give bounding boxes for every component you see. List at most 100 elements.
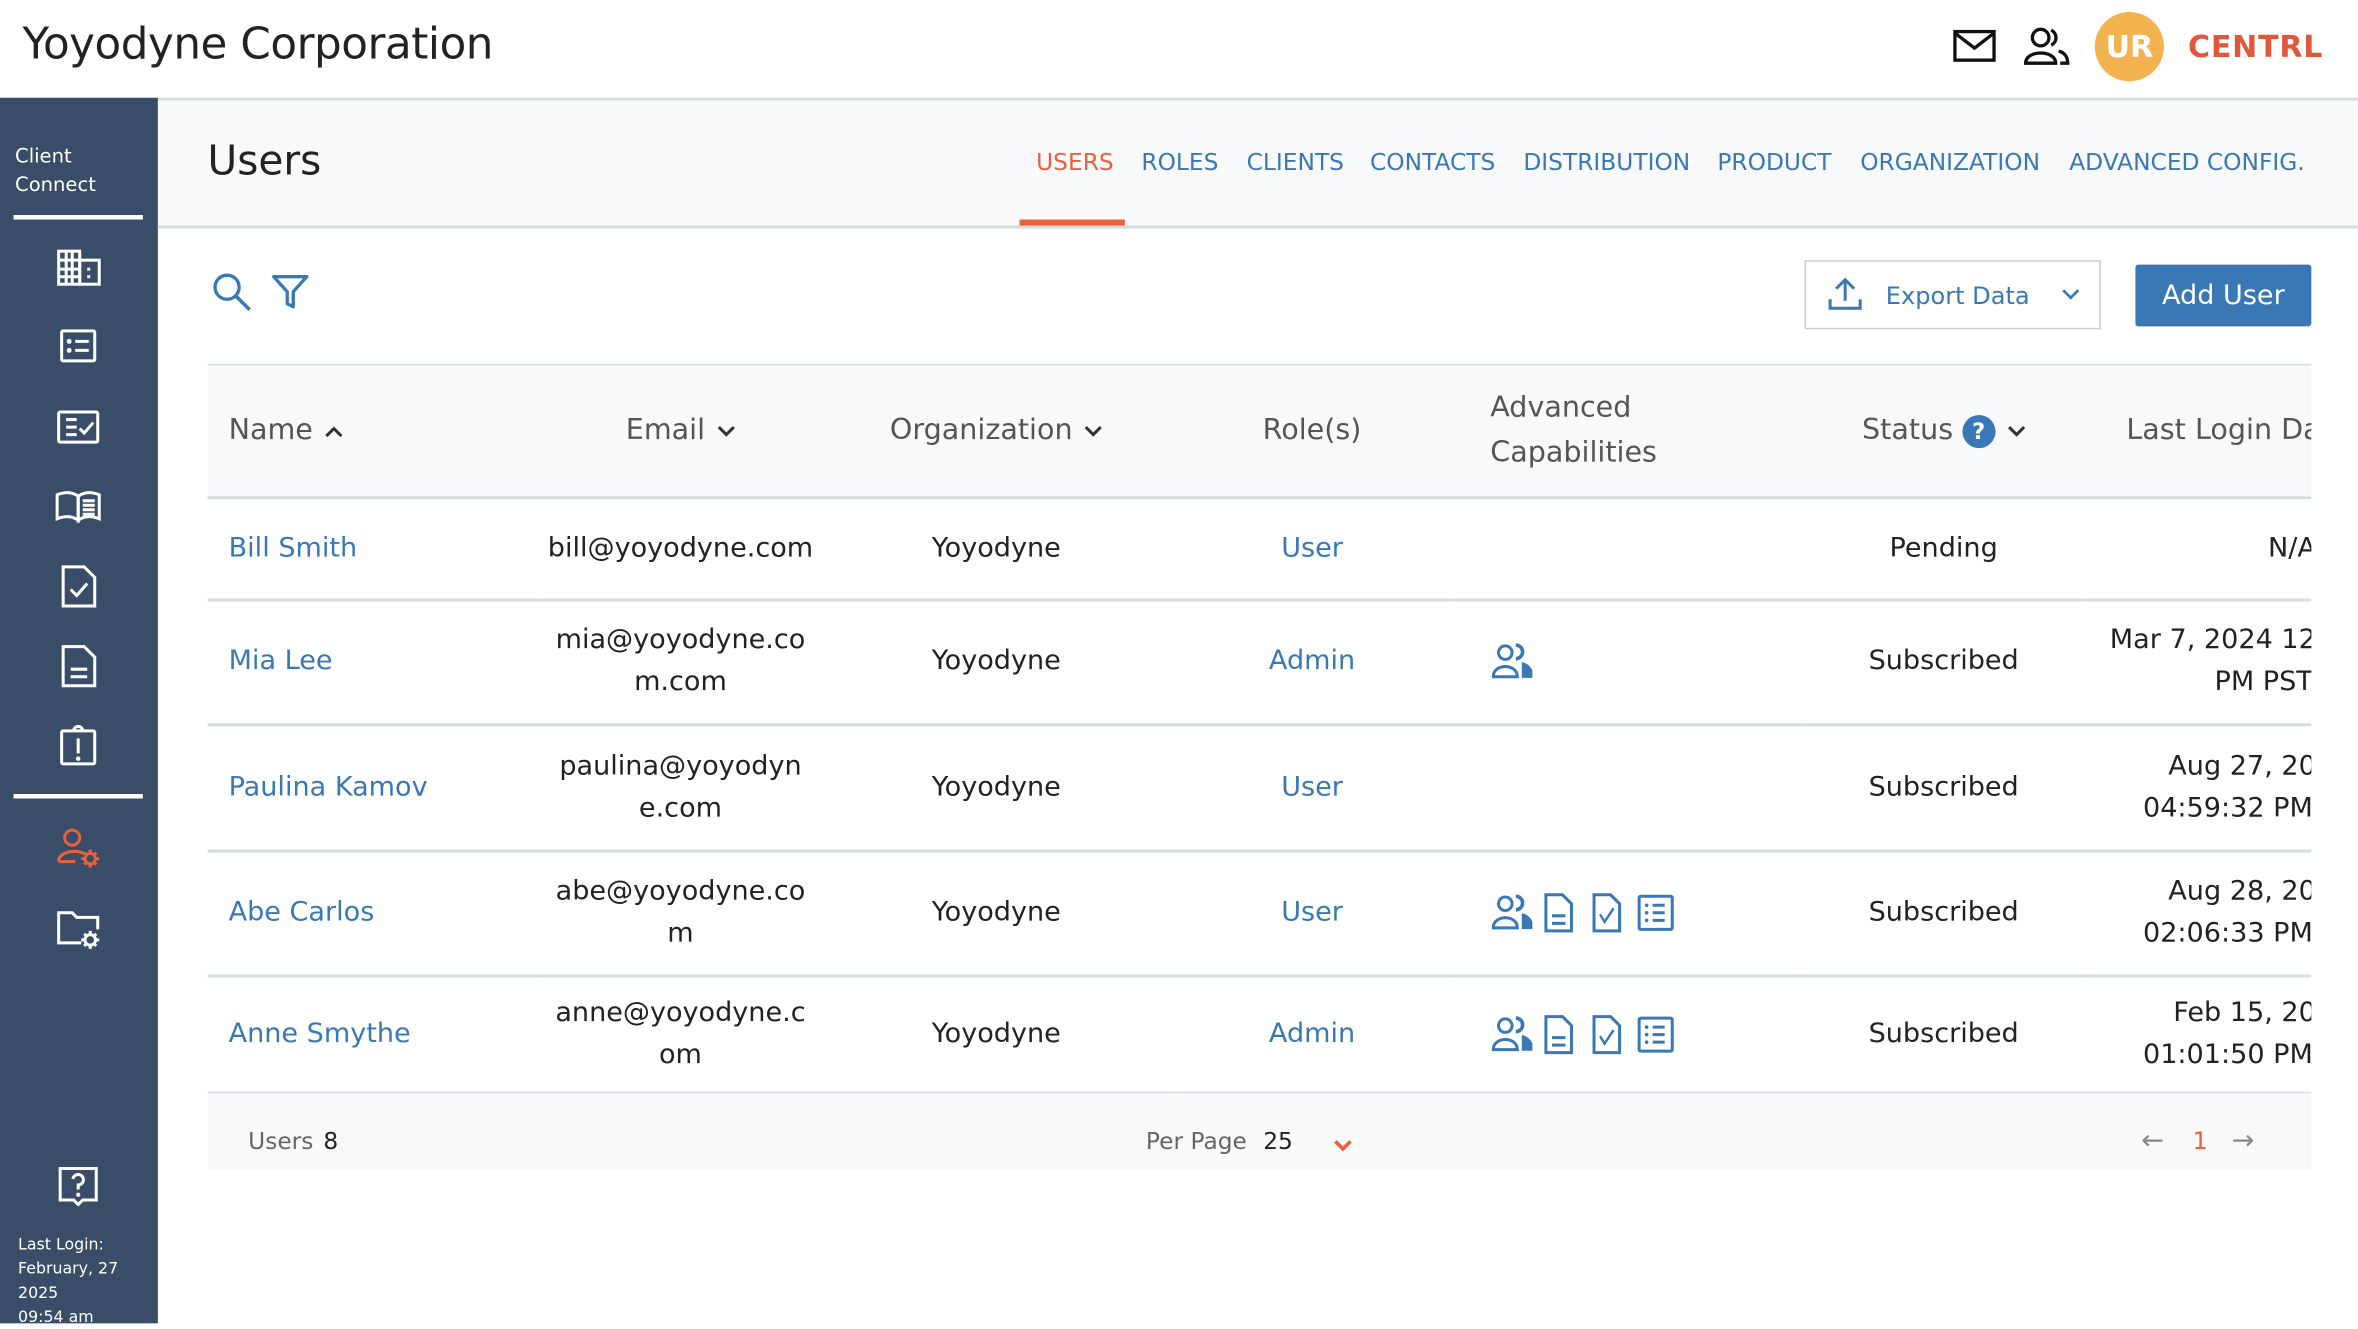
advanced-capabilities [1451, 599, 1804, 724]
user-email: paulina@yoyodyne.com [559, 749, 802, 824]
export-data-button[interactable]: Export Data [1804, 260, 2101, 330]
tab-contacts[interactable]: CONTACTS [1370, 149, 1495, 176]
column-last-login[interactable]: Last Login Da [2083, 365, 2311, 497]
user-email: abe@yoyodyne.com [555, 875, 806, 949]
user-role-link[interactable]: User [1281, 896, 1343, 928]
tab-users[interactable]: USERS [1036, 149, 1114, 176]
user-role-link[interactable]: User [1281, 532, 1343, 564]
document-check-icon [1592, 1014, 1622, 1054]
user-email: bill@yoyodyne.com [547, 531, 814, 564]
help-icon[interactable]: ? [1962, 414, 1996, 448]
table-header-row: Name Email Organization Role(s) Advanced… [207, 364, 2312, 498]
list-icon[interactable] [54, 323, 102, 371]
users-table: Name Email Organization Role(s) Advanced… [207, 364, 2312, 1170]
top-bar: Yoyodyne Corporation UR CENTRL [0, 0, 2358, 101]
tab-roles[interactable]: ROLES [1141, 149, 1218, 176]
document-check-icon [1592, 893, 1622, 933]
tab-organization[interactable]: ORGANIZATION [1860, 149, 2040, 176]
user-role-link[interactable]: Admin [1269, 1017, 1355, 1049]
user-organization: Yoyodyne [931, 645, 1061, 677]
search-icon[interactable] [211, 271, 253, 313]
tab-distribution[interactable]: DISTRIBUTION [1523, 149, 1690, 176]
last-login-date: Mar 7, 2024 12 [2109, 624, 2312, 656]
last-login-time: 02:06:33 PM [2142, 917, 2312, 949]
user-role-link[interactable]: User [1281, 771, 1343, 803]
advanced-capabilities [1451, 497, 1804, 599]
user-role-link[interactable]: Admin [1269, 645, 1355, 677]
document-icon [1544, 893, 1573, 933]
last-login-time: 01:01:50 PM [2142, 1038, 2312, 1070]
chevron-down-icon [2007, 425, 2025, 436]
last-login-time: PM PST [2214, 666, 2312, 698]
column-roles: Role(s) [1262, 413, 1362, 448]
document-icon[interactable] [54, 642, 102, 690]
user-name-link[interactable]: Abe Carlos [229, 896, 375, 928]
building-icon[interactable] [54, 244, 102, 292]
page-title: Users [207, 138, 322, 185]
users-icon [1491, 894, 1533, 930]
current-page[interactable]: 1 [2193, 1126, 2208, 1155]
sidebar-title: Client Connect [15, 145, 96, 197]
user-status: Subscribed [1868, 896, 2019, 928]
sort-ascending-icon [325, 426, 343, 437]
divider [13, 215, 143, 220]
tab-clients[interactable]: CLIENTS [1247, 149, 1344, 176]
checklist-icon[interactable] [54, 403, 102, 451]
users-icon [1491, 1015, 1533, 1051]
export-label: Export Data [1885, 281, 2030, 310]
users-icon [1491, 643, 1533, 679]
list-icon [1637, 894, 1674, 931]
user-settings-icon[interactable] [54, 826, 102, 874]
chevron-down-icon[interactable] [1332, 1138, 1353, 1153]
user-name-link[interactable]: Anne Smythe [229, 1017, 411, 1049]
prev-page-button[interactable]: ← [2141, 1125, 2164, 1157]
add-user-button[interactable]: Add User [2135, 264, 2312, 327]
user-organization: Yoyodyne [931, 896, 1061, 928]
tab-product[interactable]: PRODUCT [1717, 149, 1831, 176]
user-name-link[interactable]: Paulina Kamov [229, 771, 428, 803]
column-advanced-capabilities: Advanced Capabilities [1490, 391, 1657, 470]
column-email[interactable]: Email [541, 365, 819, 497]
table-footer: Users 8 Per Page 25 ← 1 → [207, 1093, 2312, 1170]
user-organization: Yoyodyne [931, 531, 1061, 564]
table-row: Abe Carlos abe@yoyodyne.com Yoyodyne Use… [207, 850, 2312, 976]
chevron-down-icon [2062, 289, 2080, 300]
user-email: anne@yoyodyne.com [555, 996, 806, 1070]
folder-settings-icon[interactable] [54, 905, 102, 953]
advanced-capabilities [1451, 975, 1804, 1092]
user-status: Pending [1889, 531, 1998, 564]
user-name-link[interactable]: Mia Lee [229, 645, 333, 677]
last-login-info: Last Login: February, 27 2025 09:54 am [18, 1236, 119, 1327]
user-status: Subscribed [1868, 645, 2019, 677]
document-check-icon[interactable] [54, 562, 102, 610]
table-row: Anne Smythe anne@yoyodyne.com Yoyodyne A… [207, 975, 2312, 1093]
user-status: Subscribed [1868, 770, 2019, 803]
column-name[interactable]: Name [208, 365, 542, 497]
book-icon[interactable] [54, 483, 102, 531]
users-icon[interactable] [2023, 26, 2071, 68]
tab-advanced-config[interactable]: ADVANCED CONFIG. [2069, 149, 2305, 176]
last-login-date: Feb 15, 20 [2173, 996, 2312, 1028]
upload-icon [1828, 277, 1862, 310]
user-email: mia@yoyodyne.com.com [555, 624, 806, 698]
filter-icon[interactable] [271, 272, 310, 311]
advanced-capabilities [1451, 850, 1804, 975]
help-icon[interactable] [54, 1162, 102, 1210]
user-status: Subscribed [1868, 1017, 2019, 1049]
user-organization: Yoyodyne [931, 1017, 1061, 1049]
user-organization: Yoyodyne [931, 770, 1061, 803]
alert-icon[interactable] [54, 722, 102, 770]
mail-icon[interactable] [1952, 27, 1997, 66]
divider [13, 794, 143, 799]
next-page-button[interactable]: → [2232, 1125, 2255, 1157]
table-row: Paulina Kamov paulina@yoyodyne.com Yoyod… [207, 724, 2312, 851]
per-page-label: Per Page [1145, 1127, 1247, 1155]
last-login-date: Aug 27, 20 [2168, 749, 2312, 782]
column-organization[interactable]: Organization [820, 365, 1173, 497]
user-name-link[interactable]: Bill Smith [229, 532, 358, 564]
avatar[interactable]: UR [2094, 12, 2164, 82]
brand-logo: CENTRL [2188, 28, 2324, 65]
column-status[interactable]: Status? [1805, 365, 2083, 497]
sidebar: Client Connect Last Login: February, 27 20… [0, 97, 158, 1326]
per-page-select[interactable]: 25 [1263, 1128, 1293, 1155]
